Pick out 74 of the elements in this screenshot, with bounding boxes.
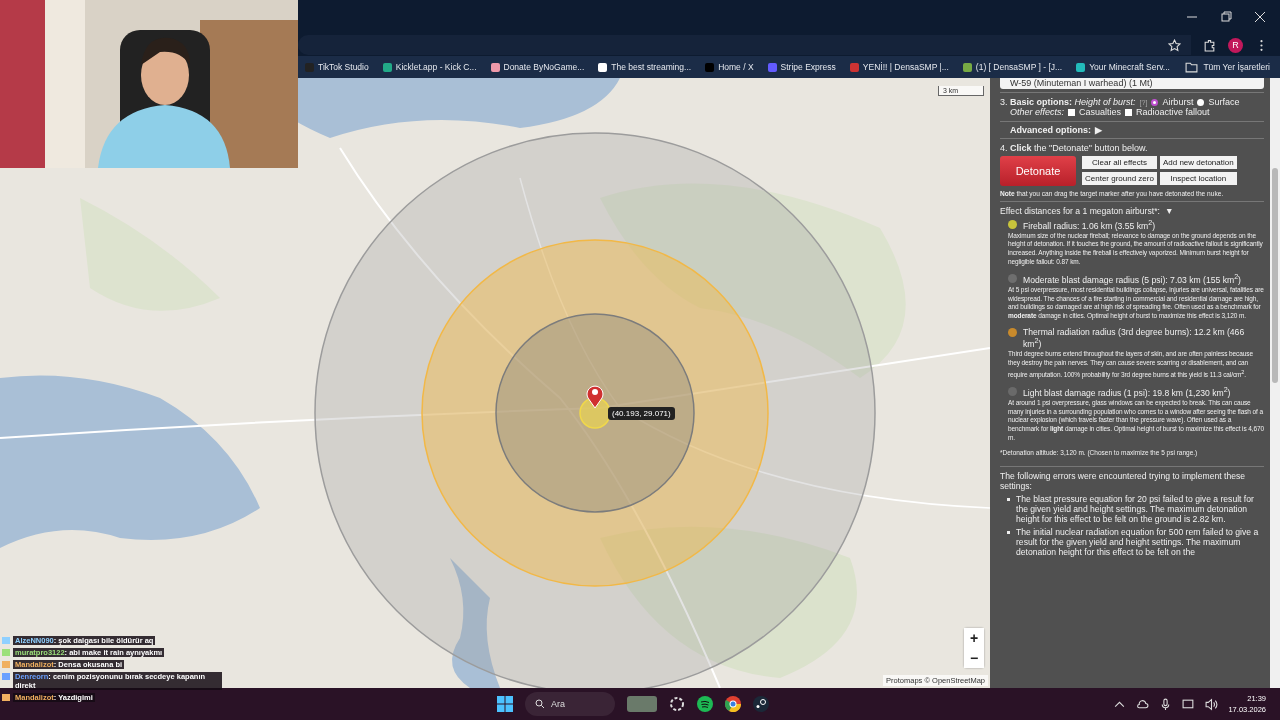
checkbox-label: Casualties	[1079, 107, 1122, 117]
bookmark-icon	[598, 62, 608, 72]
game-launcher-icon[interactable]	[753, 696, 769, 712]
zoom-in-button[interactable]: +	[964, 628, 984, 648]
browser-icon[interactable]	[725, 696, 741, 712]
coordinates-tooltip: (40.193, 29.071)	[608, 407, 675, 420]
checkbox[interactable]	[1068, 108, 1076, 116]
legend-dot[interactable]	[1008, 220, 1017, 229]
legend-dot[interactable]	[1008, 274, 1017, 284]
collapse-arrow[interactable]: ▼	[1164, 206, 1174, 216]
action-button[interactable]: Add new detonation	[1159, 156, 1237, 169]
windows-icon[interactable]	[497, 696, 513, 712]
restore-icon[interactable]	[1220, 11, 1232, 23]
basic-options-label: 3. Basic options: Height of burst:	[1000, 97, 1136, 107]
music-app-icon[interactable]	[697, 696, 713, 712]
errors-intro: The following errors were encountered trying to implement these settings:	[1000, 471, 1247, 492]
legend-dot[interactable]	[1008, 328, 1017, 338]
taskbar-search[interactable]: Ara	[525, 692, 615, 716]
bookmark[interactable]: Kicklet.app - Kick C...	[395, 62, 477, 72]
effect-title: Moderate blast damage radius (5 psi): 7.03 km (155 km$^{2}$)	[1023, 273, 1241, 286]
location-pin[interactable]	[586, 385, 604, 409]
radio-label: Airburst	[1162, 97, 1194, 107]
bookmark-icon	[1076, 62, 1086, 72]
legend-dot[interactable]	[1008, 387, 1017, 397]
error-text: The initial nuclear radiation equation for 500 rem failed to give a result for the given yield and height settings. The maximum detonation height for this effect to be felt on the	[1016, 527, 1259, 558]
bookmark[interactable]: TikTok Studio	[318, 62, 369, 72]
bookmark-icon	[382, 62, 392, 72]
checkbox-label: Radioactive fallout	[1136, 107, 1210, 117]
speaker-icon[interactable]	[1205, 697, 1219, 711]
effects-heading: Effect distances for a 1 megaton airburst*:	[1000, 206, 1160, 216]
advanced-options-toggle[interactable]: Advanced options:	[1010, 125, 1091, 135]
other-effects-label: Other effects:	[1010, 107, 1065, 117]
error-text: The blast pressure equation for 20 psi failed to give a result for the given yield and height settings. The maximum detonation height for this effect to be felt on the ground is 2.82 km.	[1016, 494, 1254, 525]
folder-icon	[1185, 60, 1199, 74]
star-icon[interactable]	[1168, 38, 1181, 52]
bookmark[interactable]: The best streaming...	[611, 62, 692, 72]
expand-arrow[interactable]: ▶	[1095, 125, 1102, 135]
puzzle-icon[interactable]	[1203, 38, 1216, 52]
radio-label: Surface	[1208, 97, 1240, 107]
bookmark[interactable]: Home / X	[718, 62, 754, 72]
bookmark-icon	[705, 62, 715, 72]
zoom-out-button[interactable]: −	[964, 648, 984, 668]
effect-title: Thermal radiation radius (3rd degree burns): 12.2 km (466 km$^{2}$)	[1023, 327, 1246, 350]
close-icon[interactable]	[1254, 11, 1266, 23]
bookmark[interactable]: Stripe Express	[780, 62, 836, 72]
all-bookmarks[interactable]: Tüm Yer İşaretleri	[1203, 62, 1270, 72]
search-icon	[535, 699, 545, 709]
bullet-icon	[1007, 531, 1010, 535]
network-icon[interactable]	[1182, 697, 1196, 711]
step-instruction: 4. Click the "Detonate" button below.	[1000, 143, 1149, 153]
bookmark[interactable]: (1) [ DensaSMP ] - [J...	[975, 62, 1063, 72]
bookmark-icon	[490, 62, 500, 72]
scrollbar-thumb[interactable]	[1272, 168, 1278, 383]
warhead-dropdown[interactable]: W-59 (Minuteman I warhead) (1 Mt)	[1000, 78, 1264, 89]
effect-title: Fireball radius: 1.06 km (3.55 km$^{2}$)	[1023, 219, 1155, 231]
bookmark-icon	[305, 62, 314, 72]
radio-button[interactable]	[1151, 98, 1159, 106]
bookmark-icon	[849, 62, 859, 72]
action-button[interactable]: Center ground zero	[1082, 172, 1157, 185]
bookmark[interactable]: Donate ByNoGame...	[503, 62, 585, 72]
cloud-icon[interactable]	[1136, 697, 1150, 711]
action-button[interactable]: Clear all effects	[1082, 156, 1157, 169]
bookmark-icon	[962, 62, 972, 72]
effect-title: Light blast damage radius (1 psi): 19.8 km (1,230 km$^{2}$)	[1023, 386, 1231, 399]
profile-avatar[interactable]: R	[1228, 37, 1243, 53]
checkbox[interactable]	[1125, 108, 1133, 116]
radio-button[interactable]	[1197, 98, 1205, 106]
bookmark-icon	[767, 62, 777, 72]
bookmark[interactable]: YENİ!! | DensaSMP |...	[862, 62, 949, 72]
scrollbar[interactable]	[1270, 78, 1280, 688]
bullet-icon	[1007, 498, 1010, 502]
bookmark[interactable]: Your Minecraft Serv...	[1089, 62, 1170, 72]
detonate-button[interactable]: Detonate	[1000, 156, 1076, 186]
action-button[interactable]: Inspect location	[1159, 172, 1237, 185]
